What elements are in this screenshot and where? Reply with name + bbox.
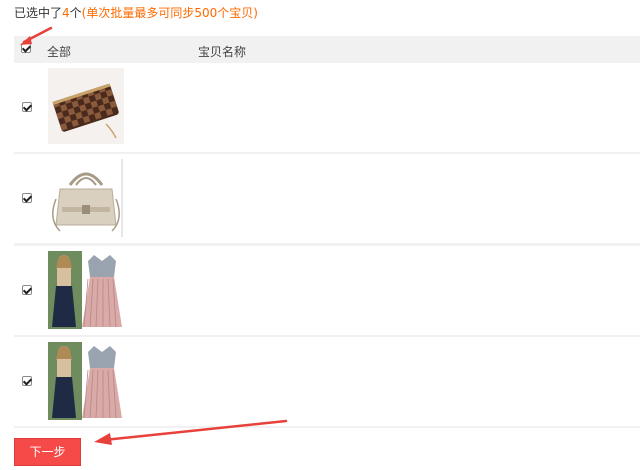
row-checkbox[interactable] xyxy=(22,376,32,386)
selected-count: 4 xyxy=(62,6,70,20)
table-row xyxy=(14,246,640,335)
row-checkbox[interactable] xyxy=(22,102,32,112)
batch-limit-note: (单次批量最多可同步500个宝贝) xyxy=(81,6,258,20)
product-thumbnail-dress xyxy=(48,342,126,420)
product-thumbnail-handbag xyxy=(48,159,124,237)
annotation-arrow-select-all xyxy=(20,26,53,45)
product-thumbnail-wallet xyxy=(48,68,124,144)
next-step-button[interactable]: 下一步 xyxy=(14,438,81,466)
row-checkbox[interactable] xyxy=(22,285,32,295)
table-row xyxy=(14,154,640,243)
annotation-arrow-next xyxy=(94,419,288,445)
summary-unit: 个 xyxy=(69,6,82,20)
selection-summary: 已选中了4个(单次批量最多可同步500个宝贝) xyxy=(14,5,258,21)
table-row xyxy=(14,63,640,152)
product-name-header: 宝贝名称 xyxy=(198,45,247,59)
table-header: 全部 宝贝名称 xyxy=(14,36,640,62)
table-row xyxy=(14,337,640,426)
product-table: 全部 宝贝名称 xyxy=(14,36,640,428)
product-thumbnail-dress xyxy=(48,251,126,329)
summary-prefix: 已选中了 xyxy=(14,6,63,20)
row-checkbox[interactable] xyxy=(22,193,32,203)
